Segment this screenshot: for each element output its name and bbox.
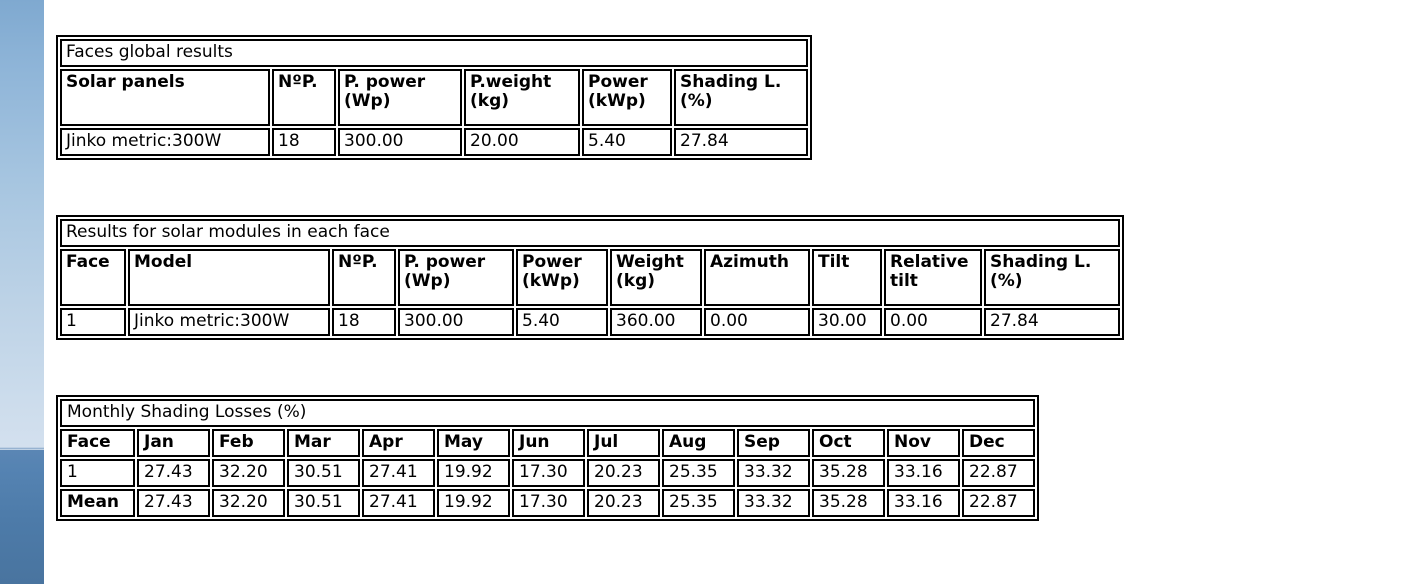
cell-face: 1 [60,308,126,337]
cell-apr: 27.41 [362,459,435,488]
monthly-shading-losses-table: Monthly Shading Losses (%) Face Jan Feb … [56,395,1039,522]
cell-solar-panels: Jinko metric:300W [60,128,270,157]
table-header-row: Solar panels NºP. P. power (Wp) P.weight… [60,69,808,127]
cell-mean-feb: 32.20 [212,489,285,518]
column-header-weight: Weight (kg) [610,249,702,307]
cell-panel-weight: 20.00 [464,128,580,157]
column-header-jan: Jan [137,429,210,458]
cell-mean-mar: 30.51 [287,489,360,518]
cell-sep: 33.32 [737,459,810,488]
column-header-shading-losses: Shading L. (%) [984,249,1120,307]
column-header-jun: Jun [512,429,585,458]
column-header-peak-power: P. power (Wp) [338,69,462,127]
column-header-tilt: Tilt [812,249,882,307]
column-header-model: Model [128,249,330,307]
table-caption-row: Monthly Shading Losses (%) [60,399,1035,428]
cell-may: 19.92 [437,459,510,488]
cell-mean-nov: 33.16 [887,489,960,518]
cell-relative-tilt: 0.00 [884,308,982,337]
cell-jul: 20.23 [587,459,660,488]
column-header-nov: Nov [887,429,960,458]
column-header-may: May [437,429,510,458]
cell-mean-jun: 17.30 [512,489,585,518]
column-header-feb: Feb [212,429,285,458]
cell-shading-losses: 27.84 [984,308,1120,337]
desktop-wallpaper-strip [0,0,44,584]
cell-mar: 30.51 [287,459,360,488]
column-header-number-of-panels: NºP. [272,69,336,127]
table-row: 1 27.43 32.20 30.51 27.41 19.92 17.30 20… [60,459,1035,488]
cell-mean-may: 19.92 [437,489,510,518]
table-caption-row: Faces global results [60,39,808,68]
cell-mean-sep: 33.32 [737,489,810,518]
cell-feb: 32.20 [212,459,285,488]
column-header-azimuth: Azimuth [704,249,810,307]
cell-tilt: 30.00 [812,308,882,337]
cell-mean-jan: 27.43 [137,489,210,518]
cell-mean-jul: 20.23 [587,489,660,518]
monthly-shading-losses-caption: Monthly Shading Losses (%) [60,399,1035,428]
cell-model: Jinko metric:300W [128,308,330,337]
column-header-face: Face [60,249,126,307]
table-row-mean: Mean 27.43 32.20 30.51 27.41 19.92 17.30… [60,489,1035,518]
cell-aug: 25.35 [662,459,735,488]
cell-weight: 360.00 [610,308,702,337]
cell-mean-dec: 22.87 [962,489,1035,518]
column-header-oct: Oct [812,429,885,458]
column-header-aug: Aug [662,429,735,458]
face-modules-results-caption: Results for solar modules in each face [60,219,1120,248]
cell-mean-aug: 25.35 [662,489,735,518]
column-header-relative-tilt: Relative tilt [884,249,982,307]
column-header-sep: Sep [737,429,810,458]
table-header-row: Face Jan Feb Mar Apr May Jun Jul Aug Sep… [60,429,1035,458]
cell-mean-apr: 27.41 [362,489,435,518]
column-header-peak-power: P. power (Wp) [398,249,514,307]
column-header-shading-losses: Shading L. (%) [674,69,808,127]
column-header-apr: Apr [362,429,435,458]
cell-oct: 35.28 [812,459,885,488]
column-header-dec: Dec [962,429,1035,458]
cell-number-of-panels: 18 [332,308,396,337]
column-header-mar: Mar [287,429,360,458]
cell-dec: 22.87 [962,459,1035,488]
column-header-solar-panels: Solar panels [60,69,270,127]
cell-jun: 17.30 [512,459,585,488]
column-header-power: Power (kWp) [516,249,608,307]
cell-azimuth: 0.00 [704,308,810,337]
table-row: 1 Jinko metric:300W 18 300.00 5.40 360.0… [60,308,1120,337]
face-modules-results-table: Results for solar modules in each face F… [56,215,1124,341]
cell-power: 5.40 [582,128,672,157]
column-header-number-of-panels: NºP. [332,249,396,307]
report-content-area: Faces global results Solar panels NºP. P… [44,0,1426,584]
column-header-power: Power (kWp) [582,69,672,127]
column-header-jul: Jul [587,429,660,458]
cell-face: 1 [60,459,135,488]
table-caption-row: Results for solar modules in each face [60,219,1120,248]
wallpaper-horizon-line [0,449,44,450]
cell-peak-power: 300.00 [398,308,514,337]
faces-global-results-caption: Faces global results [60,39,808,68]
faces-global-results-table: Faces global results Solar panels NºP. P… [56,35,812,161]
cell-jan: 27.43 [137,459,210,488]
cell-number-of-panels: 18 [272,128,336,157]
cell-shading-losses: 27.84 [674,128,808,157]
cell-mean-label: Mean [60,489,135,518]
column-header-panel-weight: P.weight (kg) [464,69,580,127]
cell-mean-oct: 35.28 [812,489,885,518]
table-row: Jinko metric:300W 18 300.00 20.00 5.40 2… [60,128,808,157]
cell-peak-power: 300.00 [338,128,462,157]
table-header-row: Face Model NºP. P. power (Wp) Power (kWp… [60,249,1120,307]
cell-power: 5.40 [516,308,608,337]
column-header-face: Face [60,429,135,458]
cell-nov: 33.16 [887,459,960,488]
